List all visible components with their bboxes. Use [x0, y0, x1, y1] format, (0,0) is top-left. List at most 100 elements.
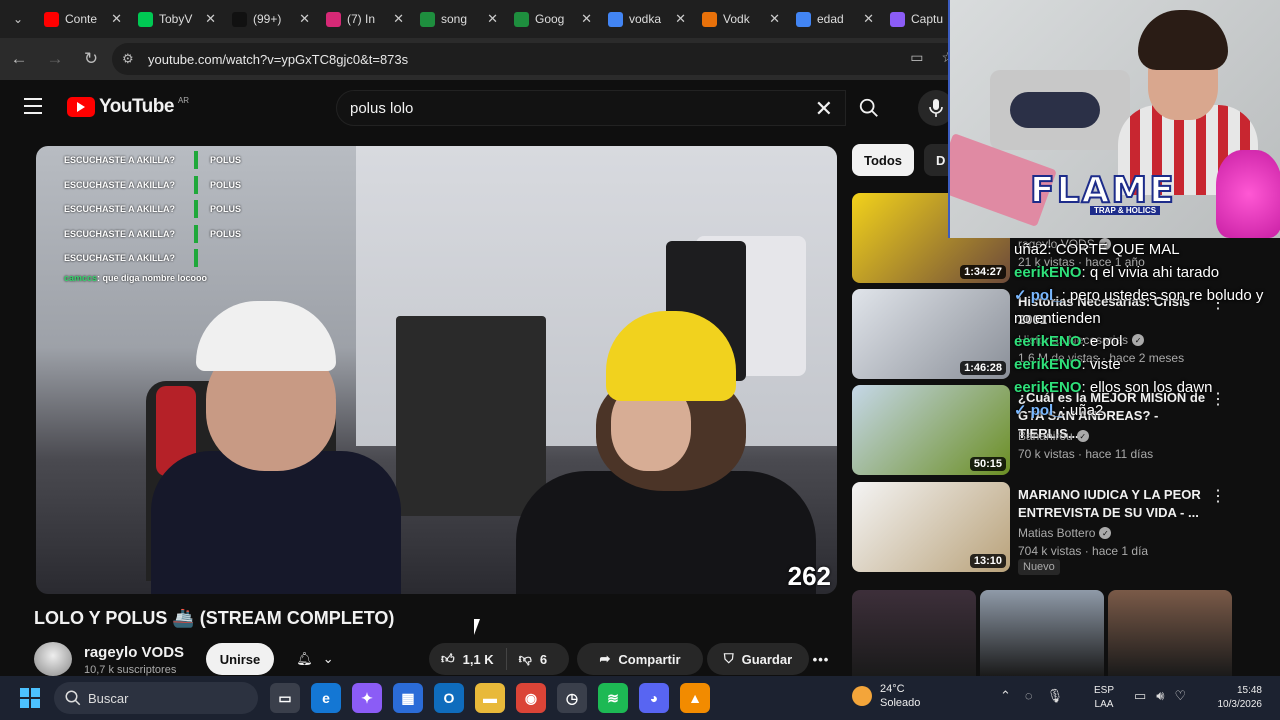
network-icon[interactable]: ♡ [1175, 688, 1187, 704]
tab-search-button[interactable]: ⌄ [0, 0, 36, 38]
site-info-icon[interactable]: ⚙ [122, 51, 134, 67]
more-actions-button[interactable]: ••• [805, 643, 837, 675]
recommended-channel[interactable]: Bananirou ✓ [1018, 429, 1089, 443]
spotify-icon[interactable]: ≋ [598, 683, 628, 713]
like-dislike-group: 👍︎ 1,1 K 👎︎ 6 [429, 643, 569, 675]
folder-icon[interactable]: ▬ [475, 683, 505, 713]
edge-icon[interactable]: e [311, 683, 341, 713]
chevron-up-icon[interactable]: ⌃ [1000, 688, 1011, 704]
overlay-question: ESCUCHASTE A AKILLA? [64, 155, 175, 166]
dislike-button[interactable]: 👎︎ 6 [507, 651, 559, 667]
close-tab-icon[interactable]: ✕ [581, 11, 592, 27]
like-button[interactable]: 👍︎ 1,1 K [429, 648, 507, 670]
more-vert-icon[interactable]: ⋮ [1210, 486, 1226, 506]
browser-tab[interactable]: (7) In ✕ [318, 4, 412, 34]
url-field[interactable]: ⚙ youtube.com/watch?v=ypGxTC8gjc0&t=873s… [112, 43, 962, 75]
overlay-answer: POLUS [210, 204, 242, 215]
weather-widget[interactable]: 24°C Soleado [852, 682, 920, 710]
share-icon: ➦ [599, 651, 611, 666]
microphone-icon[interactable]: 🎙︎ [1047, 688, 1064, 704]
browser-tab[interactable]: song ✕ [412, 4, 506, 34]
forward-button[interactable]: → [38, 42, 72, 76]
more-dots-icon: ••• [812, 651, 830, 667]
taskbar-search[interactable]: Buscar [54, 682, 258, 714]
display-icon[interactable]: ▭ [1134, 688, 1146, 704]
reload-button[interactable]: ↻ [74, 42, 108, 76]
windows-start-icon[interactable] [20, 688, 40, 708]
streamer-webcam-overlay: FLAME TRAP & HOLICS [948, 0, 1280, 238]
video-duration: 50:15 [969, 457, 1006, 471]
streamer-left-cap [196, 301, 336, 371]
files-icon[interactable]: ▭ [270, 683, 300, 713]
bell-icon: 🔔︎ [296, 651, 313, 666]
chat-message: uña2: CORTE QUE MAL [1014, 238, 1280, 261]
save-button[interactable]: ⛉ Guardar [707, 643, 809, 675]
app-tray-icon[interactable]: ◌ [1025, 688, 1033, 704]
search-icon [65, 690, 81, 706]
chat-username: eerikENO [1014, 379, 1082, 396]
short-thumbnail[interactable] [1108, 590, 1232, 676]
browser-tab[interactable]: (99+) ✕ [224, 4, 318, 34]
channel-avatar[interactable] [34, 642, 72, 676]
search-input[interactable]: polus lolo ✕ [336, 90, 846, 126]
store-icon[interactable]: ▦ [393, 683, 423, 713]
recommended-video[interactable]: 13:10 MARIANO IUDICA Y LA PEOR ENTREVISTA… [852, 482, 1232, 575]
browser-tab[interactable]: Goog ✕ [506, 4, 600, 34]
browser-tab[interactable]: Conte ✕ [36, 4, 130, 34]
video-thumbnail[interactable]: 50:15 [852, 385, 1010, 475]
recommended-title[interactable]: MARIANO IUDICA Y LA PEOR ENTREVISTA DE S… [1018, 486, 1214, 522]
browser-tab[interactable]: Vodk ✕ [694, 4, 788, 34]
video-title: LOLO Y POLUS 🚢 (STREAM COMPLETO) [34, 608, 395, 628]
pink-buddha-graphic [1216, 150, 1280, 238]
flame-banner-sub: TRAP & HOLICS [1090, 206, 1161, 215]
notifications-button[interactable]: 🔔︎ ⌄ [284, 643, 346, 675]
close-tab-icon[interactable]: ✕ [393, 11, 404, 27]
tab-label: (99+) [253, 12, 282, 26]
outlook-icon[interactable]: O [434, 683, 464, 713]
browser-tab[interactable]: TobyV ✕ [130, 4, 224, 34]
volume-icon[interactable]: 🔊︎ [1156, 688, 1164, 704]
cast-icon[interactable]: ▭ [910, 49, 923, 66]
video-player[interactable]: ESCUCHASTE A AKILLA? POLUS ESCUCHASTE A AK… [36, 146, 837, 594]
short-thumbnail[interactable] [852, 590, 976, 676]
vlc-icon[interactable]: ▲ [680, 683, 710, 713]
video-thumbnail[interactable]: 1:46:28 [852, 289, 1010, 379]
stream-viewer-overlay: 262 [787, 561, 831, 591]
close-tab-icon[interactable]: ✕ [675, 11, 686, 27]
search-button[interactable] [846, 90, 892, 126]
streamer-left-body [151, 451, 401, 594]
back-button[interactable]: ← [2, 42, 36, 76]
close-tab-icon[interactable]: ✕ [769, 11, 780, 27]
menu-icon[interactable] [24, 98, 42, 119]
discord-icon[interactable]: ◕ [639, 683, 669, 713]
join-button[interactable]: Unirse [206, 643, 274, 675]
channel-row: rageylo VODS 10,7 k suscriptores Unirse … [34, 640, 844, 678]
channel-name[interactable]: rageylo VODS [84, 644, 184, 661]
share-button[interactable]: ➦ Compartir [577, 643, 703, 675]
taskbar-clock[interactable]: 15:48 10/3/2026 [1208, 684, 1263, 712]
clock-app-icon[interactable]: ◷ [557, 683, 587, 713]
language-indicator[interactable]: ESP LAA [1094, 684, 1114, 712]
close-tab-icon[interactable]: ✕ [111, 11, 122, 27]
close-tab-icon[interactable]: ✕ [487, 11, 498, 27]
chat-text: : q el vivia ahi tarado [1081, 264, 1220, 281]
copilot-icon[interactable]: ✦ [352, 683, 382, 713]
country-code: AR [177, 95, 190, 105]
browser-tab[interactable]: vodka ✕ [600, 4, 694, 34]
chat-username: ✓ pol_ [1014, 287, 1062, 304]
youtube-logo[interactable]: YouTube AR [67, 96, 189, 118]
clear-search-icon[interactable]: ✕ [815, 96, 833, 122]
close-tab-icon[interactable]: ✕ [205, 11, 216, 27]
chip-all[interactable]: Todos [852, 144, 915, 176]
video-thumbnail[interactable]: 13:10 [852, 482, 1010, 572]
short-thumbnail[interactable] [980, 590, 1104, 676]
overlay-bar [194, 224, 198, 243]
chat-username: eerikENO [1014, 264, 1082, 281]
save-label: Guardar [741, 651, 793, 667]
browser-tab[interactable]: edad ✕ [788, 4, 882, 34]
url-text: youtube.com/watch?v=ypGxTC8gjc0&t=873s [148, 51, 409, 67]
close-tab-icon[interactable]: ✕ [863, 11, 874, 27]
chrome-icon[interactable]: ◉ [516, 683, 546, 713]
close-tab-icon[interactable]: ✕ [299, 11, 310, 27]
recommended-channel[interactable]: Matias Bottero ✓ [1018, 526, 1112, 540]
